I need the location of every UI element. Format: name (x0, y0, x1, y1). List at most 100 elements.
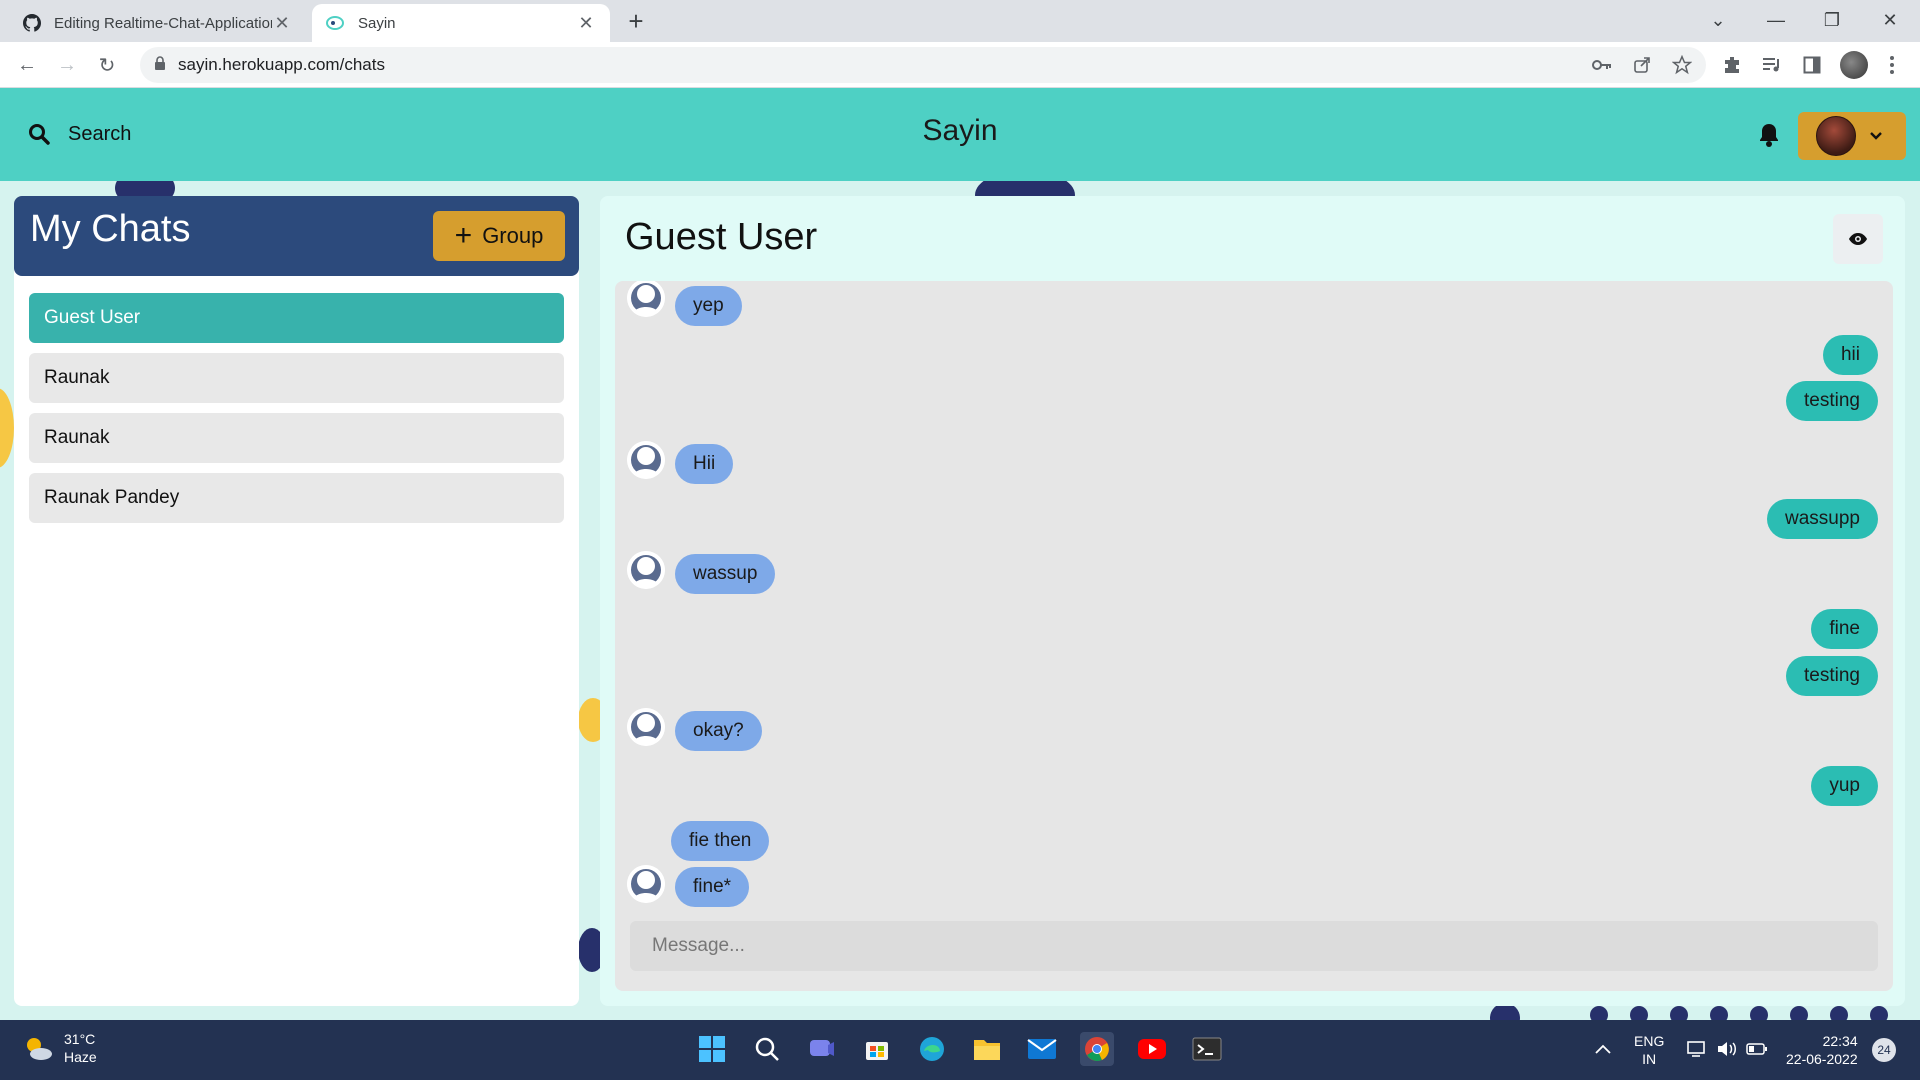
volume-icon[interactable] (1710, 1032, 1744, 1066)
tab-search-chevron-icon[interactable]: ⌄ (1694, 0, 1742, 40)
app-title: Sayin (922, 114, 998, 147)
windows-start-icon[interactable] (695, 1032, 729, 1066)
key-icon[interactable] (1590, 53, 1614, 77)
terminal-icon[interactable] (1190, 1032, 1224, 1066)
notification-count-badge[interactable]: 24 (1872, 1038, 1896, 1062)
region-code: IN (1642, 1051, 1657, 1067)
chat-list-item-raunak[interactable]: Raunak (29, 413, 564, 463)
mail-icon[interactable] (1025, 1032, 1059, 1066)
browser-menu-kebab-icon[interactable] (1880, 53, 1904, 77)
chat-header-title: Guest User (625, 216, 818, 258)
background-decoration (1710, 1006, 1728, 1020)
background-decoration (1830, 1006, 1848, 1020)
profile-menu-button[interactable] (1798, 112, 1906, 160)
media-queue-icon[interactable] (1760, 53, 1784, 77)
chat-app-page: Search Sayin My Chats + Group Guest User… (0, 88, 1920, 1020)
address-bar: ← → ↻ sayin.herokuapp.com/chats (0, 42, 1920, 88)
received-message: okay? (675, 711, 762, 751)
group-button-label: Group (482, 223, 544, 248)
view-profile-button[interactable] (1833, 214, 1883, 264)
search-users-button[interactable]: Search (28, 114, 131, 154)
my-chats-panel: My Chats + Group Guest User Raunak Rauna… (14, 196, 579, 1006)
sender-avatar (627, 865, 665, 903)
tray-chevron-up-icon[interactable] (1586, 1032, 1620, 1066)
clock[interactable]: 22:34 22-06-2022 (1786, 1032, 1858, 1068)
sent-message: fine (1811, 609, 1878, 649)
lock-icon (154, 55, 166, 75)
my-chats-header: My Chats + Group (14, 196, 579, 276)
youtube-icon[interactable] (1135, 1032, 1169, 1066)
close-tab-icon[interactable]: ✕ (272, 13, 292, 34)
back-arrow-icon[interactable]: ← (12, 50, 42, 80)
clock-date: 22-06-2022 (1786, 1051, 1858, 1067)
sent-message: yup (1811, 766, 1878, 806)
reload-icon[interactable]: ↻ (92, 50, 122, 80)
windows-taskbar: 31°C Haze ENG IN 22:34 22-06-2022 24 (0, 1020, 1920, 1080)
received-message: fine* (675, 867, 750, 907)
chat-list-item-raunak-pandey[interactable]: Raunak Pandey (29, 473, 564, 523)
browser-tab-bar: Editing Realtime-Chat-Application ✕ Sayi… (0, 0, 1920, 42)
sayin-favicon (326, 13, 346, 33)
message-input[interactable] (630, 921, 1878, 971)
new-tab-button[interactable]: + (622, 6, 650, 36)
teams-chat-icon[interactable] (805, 1032, 839, 1066)
restore-button[interactable]: ❐ (1808, 0, 1856, 40)
tab-title: Editing Realtime-Chat-Application (54, 14, 272, 32)
language-indicator[interactable]: ENG IN (1634, 1032, 1664, 1068)
close-tab-icon[interactable]: ✕ (576, 13, 596, 34)
side-panel-icon[interactable] (1800, 53, 1824, 77)
background-decoration (1750, 1006, 1768, 1020)
edge-browser-icon[interactable] (915, 1032, 949, 1066)
user-avatar (1816, 116, 1856, 156)
new-group-button[interactable]: + Group (433, 211, 565, 261)
sender-avatar (627, 551, 665, 589)
eye-icon (1849, 233, 1867, 245)
received-message: yep (675, 286, 742, 326)
tab-title: Sayin (358, 14, 396, 32)
language-code: ENG (1634, 1033, 1665, 1049)
clock-time: 22:34 (1822, 1033, 1858, 1049)
sent-message: wassupp (1767, 499, 1878, 539)
weather-widget[interactable]: 31°C Haze (22, 1030, 97, 1066)
chat-list-item-guest-user[interactable]: Guest User (29, 293, 564, 343)
extensions-icon[interactable] (1720, 53, 1744, 77)
tab-sayin[interactable]: Sayin ✕ (312, 4, 610, 42)
chat-list-item-raunak[interactable]: Raunak (29, 353, 564, 403)
weather-partly-cloudy-icon (27, 1038, 52, 1060)
search-label: Search (68, 122, 132, 145)
app-header: Search Sayin (0, 88, 1920, 181)
my-chats-title: My Chats (30, 208, 191, 250)
background-decoration (1590, 1006, 1608, 1020)
notification-bell-icon[interactable] (1758, 122, 1780, 153)
network-icon[interactable] (1680, 1032, 1714, 1066)
share-icon[interactable] (1630, 53, 1654, 77)
background-decoration (1870, 1006, 1888, 1020)
microsoft-store-icon[interactable] (860, 1032, 894, 1066)
background-decoration (1670, 1006, 1688, 1020)
file-explorer-icon[interactable] (970, 1032, 1004, 1066)
chat-list: Guest User Raunak Raunak Raunak Pandey (29, 293, 564, 533)
weather-description: Haze (64, 1049, 97, 1065)
background-decoration (1790, 1006, 1808, 1020)
battery-icon[interactable] (1740, 1032, 1774, 1066)
sent-message: hii (1822, 335, 1878, 375)
tab-editing-realtime-chat[interactable]: Editing Realtime-Chat-Application ✕ (8, 4, 306, 42)
browser-profile-avatar[interactable] (1840, 51, 1868, 79)
plus-icon: + (454, 219, 473, 252)
chevron-down-icon (1870, 127, 1882, 145)
minimize-button[interactable]: — (1752, 0, 1800, 40)
github-icon (22, 13, 42, 33)
url-omnibox[interactable]: sayin.herokuapp.com/chats (140, 47, 1706, 83)
search-icon (29, 124, 50, 145)
chat-window: Guest User yep hii testing Hii wassupp w… (600, 196, 1905, 1006)
background-decoration (1630, 1006, 1648, 1020)
taskbar-search-icon[interactable] (750, 1032, 784, 1066)
received-message: wassup (675, 554, 776, 594)
sent-message: testing (1786, 656, 1878, 696)
bookmark-star-icon[interactable] (1670, 53, 1694, 77)
received-message: fie then (671, 821, 770, 861)
chrome-browser-icon[interactable] (1080, 1032, 1114, 1066)
sent-message: testing (1786, 381, 1878, 421)
forward-arrow-icon[interactable]: → (52, 50, 82, 80)
close-window-button[interactable]: ✕ (1866, 0, 1914, 40)
